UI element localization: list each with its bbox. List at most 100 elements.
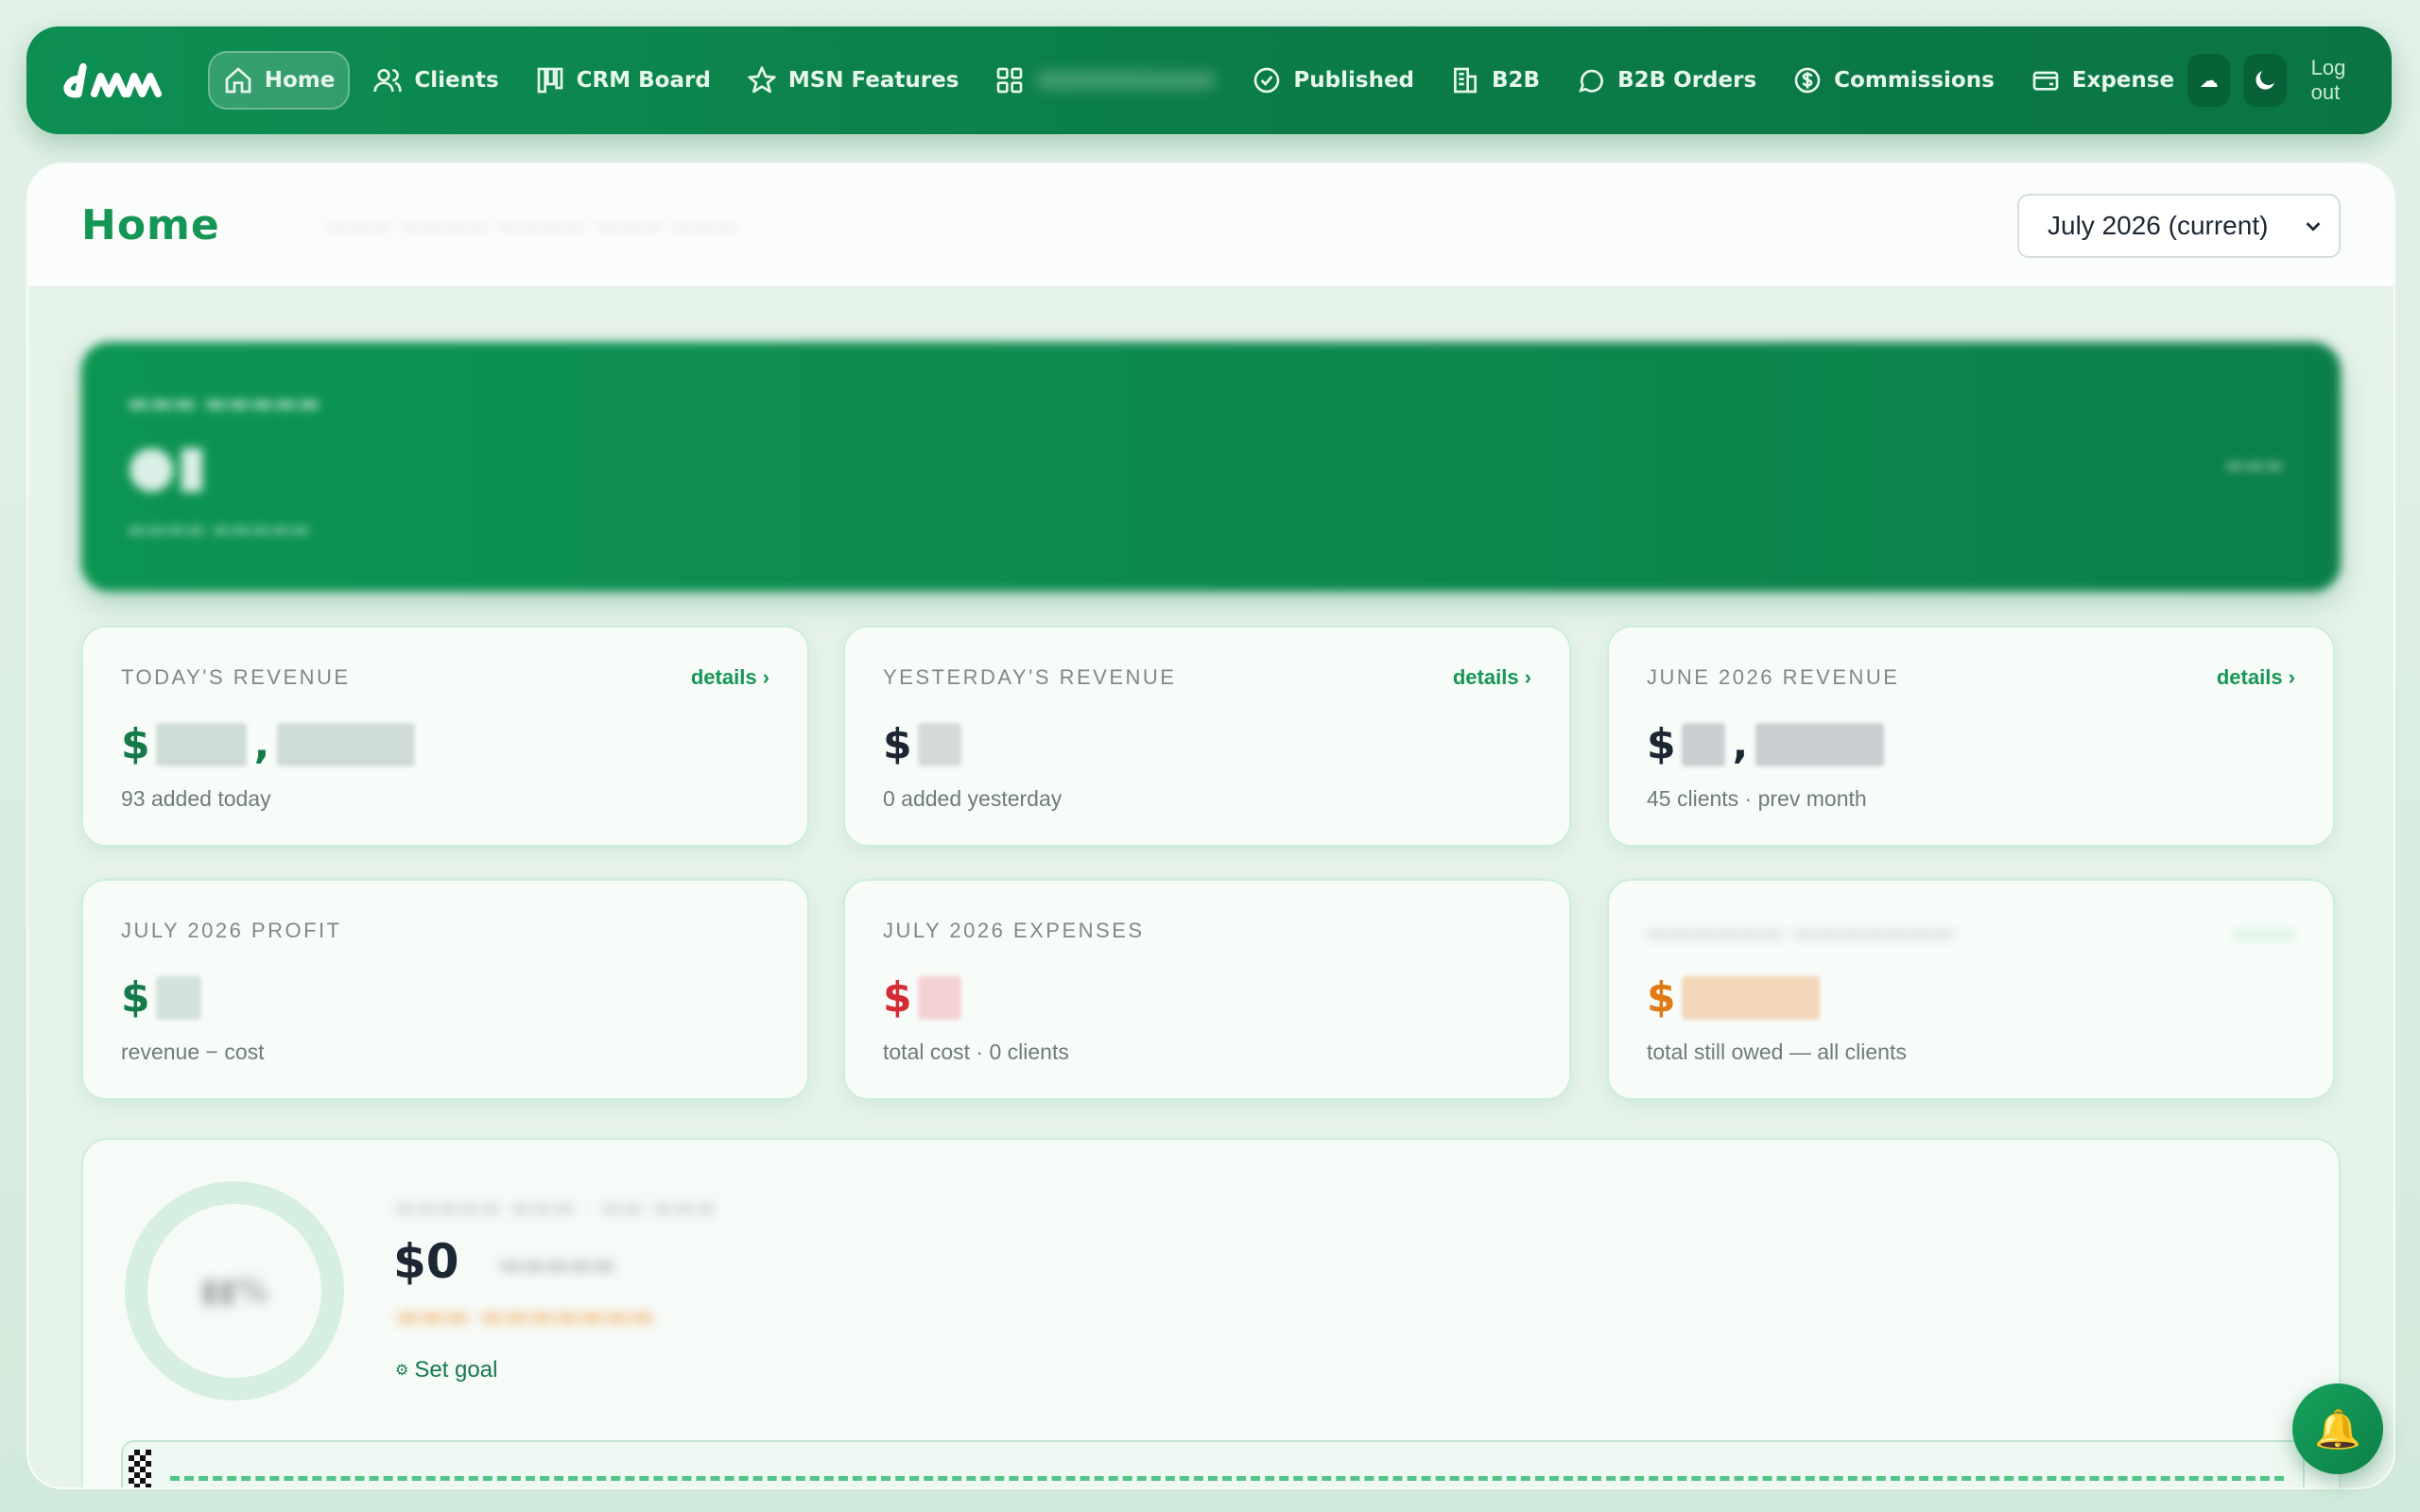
card-value: $ (883, 720, 1531, 769)
hero-amount: ●▮ (127, 433, 208, 499)
card-label: YESTERDAY'S REVENUE (883, 665, 1177, 689)
nav-expense-label: Expense (2071, 68, 2175, 93)
dollar-sign: $ (883, 720, 912, 768)
cloud-icon: ☁ (2199, 69, 2219, 92)
card-label: TODAY'S REVENUE (121, 665, 351, 689)
card-label: JULY 2026 EXPENSES (883, 919, 1145, 942)
masked-amount (1681, 723, 1725, 766)
dmn-logo[interactable] (62, 55, 166, 106)
hero-label: ▬▬▬ ▬▬▬▬▬ (127, 389, 320, 418)
nav-blurred-label (1036, 71, 1217, 90)
nav-published-label: Published (1293, 68, 1415, 93)
hero-sub: ▬▬▬▬ ▬▬▬▬▬ (127, 518, 311, 541)
goal-label-blurred: ▬▬▬▬▬ ▬▬▬ · ▬▬ ▬▬▬ (395, 1196, 718, 1220)
users-icon (373, 69, 403, 93)
masked-amount (277, 723, 416, 766)
home-icon (225, 67, 251, 94)
details-link[interactable]: details › (2217, 665, 2295, 690)
card-sub: total still owed — all clients (1647, 1040, 1907, 1064)
card-value: $ , (121, 720, 769, 769)
nav-b2b-orders-label: B2B Orders (1617, 68, 1757, 93)
dollar-sign: $ (1647, 973, 1676, 1022)
nav-crm-board[interactable]: CRM Board (522, 51, 724, 110)
comma: , (1732, 720, 1749, 768)
nav-commissions-label: Commissions (1834, 68, 1995, 93)
cloud-sync-button[interactable]: ☁ (2187, 54, 2231, 107)
comma: , (253, 720, 270, 768)
expenses-card: JULY 2026 EXPENSES $ total cost · 0 clie… (843, 879, 1571, 1100)
nav-commissions[interactable]: Commissions (1779, 51, 2008, 110)
nav-published[interactable]: Published (1238, 51, 1427, 110)
masked-amount (1681, 976, 1820, 1020)
card-sub: 93 added today (121, 786, 271, 811)
chevron-down-icon (2306, 221, 2321, 232)
logout-link[interactable]: Log out (2311, 56, 2367, 105)
card-value: $ (121, 973, 769, 1022)
profit-card: JULY 2026 PROFIT $ revenue − cost (81, 879, 809, 1100)
star-icon (748, 66, 776, 94)
checkered-flag-icon (129, 1450, 151, 1487)
card-value: $ (883, 973, 1531, 1022)
goal-amount: $0 (393, 1234, 459, 1289)
bell-icon: 🔔 (2314, 1407, 2361, 1452)
nav-home[interactable]: Home (207, 51, 351, 110)
month-select-value: July 2026 (current) (2048, 210, 2269, 240)
dollar-sign: $ (883, 973, 912, 1022)
nav-clients-label: Clients (414, 68, 499, 93)
gear-icon: ⚙ (395, 1363, 409, 1379)
month-select[interactable]: July 2026 (current) (2017, 193, 2341, 258)
nav-msn-features-label: MSN Features (787, 68, 959, 93)
dollar-sign: $ (121, 720, 150, 768)
blurred-subtitle: ——— ———— ———— ——— ——— (323, 212, 739, 239)
building-icon (1454, 67, 1478, 94)
nav-blurred-item[interactable] (981, 51, 1229, 110)
goal-race-track (121, 1440, 2305, 1487)
card-label-blurred: ▬▬▬▬▬▬ ▬▬▬▬▬▬▬ (1647, 919, 1957, 942)
notifications-button[interactable]: 🔔 (2292, 1383, 2383, 1474)
nav-msn-features[interactable]: MSN Features (734, 51, 973, 110)
goal-progress-ring: ▮▮% (125, 1181, 344, 1400)
dark-mode-toggle[interactable] (2243, 54, 2287, 107)
nav-clients[interactable]: Clients (359, 51, 511, 110)
grid-icon (997, 67, 1023, 94)
details-link[interactable]: details › (1453, 665, 1531, 690)
dollar-circle-icon (1794, 67, 1821, 94)
main-panel: Home ——— ———— ———— ——— ——— July 2026 (cu… (26, 163, 2395, 1489)
card-label: JULY 2026 PROFIT (121, 919, 342, 942)
todays-revenue-card: TODAY'S REVENUE details › $ , 93 added t… (81, 626, 809, 847)
dollar-sign: $ (121, 973, 150, 1022)
card-value: $ , (1647, 720, 2295, 769)
goal-percent: ▮▮% (200, 1272, 268, 1310)
top-navigation: Home Clients CRM Board MSN Features Publ… (26, 26, 2392, 134)
nav-b2b[interactable]: B2B (1437, 51, 1553, 110)
goal-status-blurred: ▬▬▬ ▬▬▬▬▬▬▬ (395, 1300, 655, 1332)
wallet-icon (2032, 71, 2059, 91)
card-sub: revenue − cost (121, 1040, 265, 1064)
moon-icon (2256, 71, 2274, 90)
hero-link[interactable]: ▬▬▬ (2225, 454, 2284, 477)
monthly-goal-card: ▮▮% ▬▬▬▬▬ ▬▬▬ · ▬▬ ▬▬▬ $0 ▬▬▬▬▬ ▬▬▬ ▬▬▬▬… (81, 1138, 2341, 1487)
goal-target-blurred: ▬▬▬▬▬ (499, 1251, 615, 1280)
set-goal-button[interactable]: ⚙ Set goal (395, 1357, 497, 1383)
masked-amount (917, 976, 961, 1020)
chat-icon (1579, 69, 1604, 93)
card-sub: 0 added yesterday (883, 786, 1063, 811)
nav-crm-board-label: CRM Board (576, 68, 711, 93)
card-sub: 45 clients · prev month (1647, 786, 1867, 811)
card-sub: total cost · 0 clients (883, 1040, 1069, 1064)
page-title: Home (81, 201, 220, 249)
nav-b2b-orders[interactable]: B2B Orders (1563, 51, 1770, 110)
card-value: $ (1647, 973, 2295, 1022)
nav-b2b-label: B2B (1492, 68, 1541, 93)
dollar-sign: $ (1647, 720, 1676, 768)
details-link[interactable]: details › (691, 665, 769, 690)
card-label: JUNE 2026 REVENUE (1647, 665, 1900, 689)
yesterdays-revenue-card: YESTERDAY'S REVENUE details › $ 0 added … (843, 626, 1571, 847)
track-dashed-line (170, 1476, 2284, 1481)
masked-amount (155, 976, 201, 1020)
nav-home-label: Home (264, 68, 336, 93)
card-link-blurred[interactable]: ▬▬▬ (2233, 919, 2295, 943)
set-goal-label: Set goal (414, 1357, 498, 1383)
june-revenue-card: JUNE 2026 REVENUE details › $ , 45 clien… (1607, 626, 2335, 847)
nav-expense[interactable]: Expense (2017, 51, 2187, 110)
